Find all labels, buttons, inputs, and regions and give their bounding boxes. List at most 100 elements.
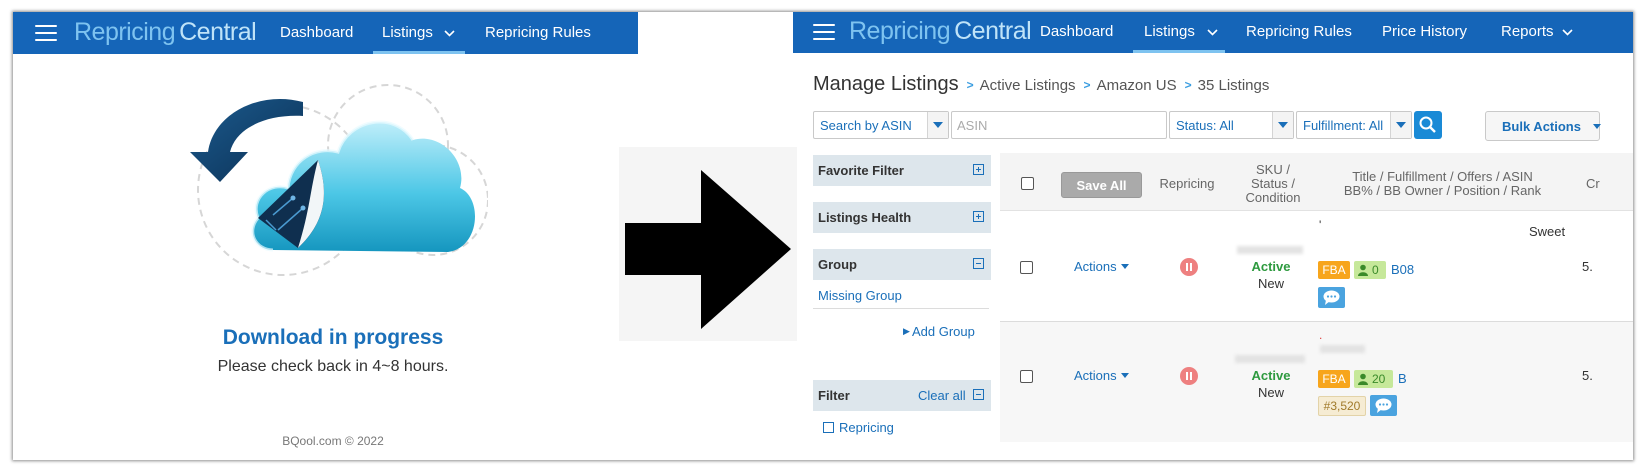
listings-panel: Repricing Central Dashboard Listings Repr… (793, 12, 1633, 460)
nav-listings[interactable]: Listings (382, 24, 433, 41)
logo-text-repricing: Repricing (849, 17, 951, 45)
title-text: . (1319, 328, 1323, 342)
top-nav: Repricing Central Dashboard Listings Repr… (793, 12, 1633, 53)
condition-text: New (1257, 385, 1284, 400)
listings-table: Repricing SKU / Status / Condition Title… (1000, 153, 1633, 460)
offers-badge[interactable]: 20 (1354, 370, 1393, 388)
bulk-actions-button[interactable]: Bulk Actions (1485, 111, 1601, 141)
caret-right-icon: ▶ (903, 326, 910, 336)
expand-plus-icon[interactable] (973, 211, 984, 222)
caret-down-icon (1120, 264, 1129, 269)
breadcrumb-separator-icon: > (1083, 78, 1091, 92)
download-title: Download in progress (222, 326, 444, 349)
divider (813, 308, 989, 309)
collapse-minus-icon[interactable] (973, 258, 984, 269)
dropdown-arrow-icon (1390, 112, 1411, 138)
listings-health-header[interactable]: Listings Health (813, 202, 991, 233)
nav-repricing-rules[interactable]: Repricing Rules (1246, 23, 1352, 40)
offers-badge[interactable]: 0 (1354, 261, 1386, 279)
row-cut-value: 5. (1582, 368, 1593, 383)
header-sku-line: SKU / (1256, 162, 1290, 177)
download-subtitle: Please check back in 4~8 hours. (217, 358, 449, 375)
row-checkbox[interactable] (1020, 370, 1033, 383)
header-repricing: Repricing (1159, 176, 1215, 191)
download-panel: Repricing Central Dashboard Listings Repr… (13, 12, 653, 460)
search-icon (1419, 116, 1436, 133)
favorite-filter-label: Favorite Filter (818, 163, 904, 178)
arrow-right-icon (625, 170, 791, 329)
active-tab-indicator (1133, 50, 1225, 53)
breadcrumb: Manage Listings > Active Listings > Amazon U… (813, 73, 1269, 96)
favorite-filter-header[interactable]: Favorite Filter (813, 155, 991, 186)
row-actions-button[interactable]: Actions (1074, 259, 1129, 274)
status-select[interactable]: Status: All (1169, 111, 1294, 139)
chat-bubble-icon (1375, 398, 1392, 413)
message-icon[interactable] (1318, 287, 1345, 308)
fulfillment-select[interactable]: Fulfillment: All (1296, 111, 1412, 139)
status-text: Active (1251, 368, 1291, 383)
chat-bubble-icon (1323, 290, 1340, 305)
row-actions-button[interactable]: Actions (1074, 368, 1129, 383)
breadcrumb-separator-icon: > (966, 78, 974, 92)
header-sku: SKU / Status / Condition (1233, 163, 1313, 205)
header-status-line: Status / (1250, 176, 1296, 191)
asin-link[interactable]: B (1398, 371, 1407, 386)
header-title-line-1: Title / Fulfillment / Offers / ASIN (1352, 169, 1533, 184)
add-group-link[interactable]: Add Group (912, 324, 975, 339)
title-text: ' (1319, 218, 1322, 232)
search-by-value: Search by ASIN (820, 118, 912, 133)
expand-plus-icon[interactable] (973, 164, 984, 175)
breadcrumb-listing-count: 35 Listings (1197, 77, 1270, 94)
logo[interactable]: Repricing Central (849, 17, 1032, 46)
fulfillment-value: Fulfillment: All (1303, 118, 1384, 133)
header-condition-line: Condition (1245, 190, 1301, 205)
menu-icon[interactable] (35, 25, 57, 41)
search-button[interactable] (1414, 111, 1442, 139)
missing-group-link[interactable]: Missing Group (818, 288, 902, 303)
nav-price-history[interactable]: Price History (1382, 23, 1467, 40)
nav-listings[interactable]: Listings (1144, 23, 1195, 40)
expand-plus-icon[interactable] (823, 422, 834, 433)
breadcrumb-marketplace[interactable]: Amazon US (1097, 77, 1177, 94)
group-header[interactable]: Group (813, 249, 991, 280)
row-status: Active New (1236, 259, 1306, 291)
page-title: Manage Listings (813, 73, 959, 95)
search-by-select[interactable]: Search by ASIN (813, 111, 949, 139)
filter-label: Filter (818, 388, 850, 403)
menu-icon[interactable] (813, 24, 835, 40)
status-value: Status: All (1176, 118, 1234, 133)
repricing-paused-icon[interactable] (1180, 367, 1198, 385)
logo[interactable]: Repricing Central (74, 18, 257, 47)
select-all-checkbox[interactable] (1021, 177, 1034, 190)
actions-label: Actions (1074, 368, 1117, 383)
person-icon (1358, 373, 1368, 385)
nav-reports[interactable]: Reports (1501, 23, 1554, 40)
caret-down-icon (1593, 124, 1601, 129)
search-input[interactable]: ASIN (951, 111, 1167, 139)
message-icon[interactable] (1370, 395, 1397, 416)
row-checkbox[interactable] (1020, 261, 1033, 274)
redacted-title (1320, 345, 1365, 353)
repricing-filter-link[interactable]: Repricing (839, 420, 894, 435)
listings-health-label: Listings Health (818, 210, 912, 225)
screenshot-frame: Repricing Central Dashboard Listings Repr… (13, 12, 1633, 460)
save-all-button[interactable]: Save All (1061, 172, 1142, 198)
logo-text-repricing: Repricing (74, 18, 176, 46)
collapse-minus-icon[interactable] (973, 389, 984, 400)
table-row: Actions Active New ' Sweet FBA 0 B08 5. (1000, 211, 1633, 321)
logo-text-central: Central (954, 17, 1032, 45)
search-placeholder: ASIN (957, 118, 988, 133)
nav-repricing-rules[interactable]: Repricing Rules (485, 24, 591, 41)
fba-badge: FBA (1318, 261, 1350, 279)
nav-dashboard[interactable]: Dashboard (280, 24, 353, 41)
redacted-sku (1235, 355, 1305, 363)
caret-down-icon (1120, 373, 1129, 378)
asin-link[interactable]: B08 (1391, 262, 1414, 277)
repricing-paused-icon[interactable] (1180, 258, 1198, 276)
nav-dashboard[interactable]: Dashboard (1040, 23, 1113, 40)
clear-all-link[interactable]: Clear all (918, 388, 966, 403)
top-nav: Repricing Central Dashboard Listings Repr… (13, 12, 638, 54)
chevron-down-icon (1207, 29, 1218, 36)
header-title-line-2: BB% / BB Owner / Position / Rank (1343, 183, 1542, 198)
breadcrumb-active-listings[interactable]: Active Listings (980, 77, 1076, 94)
